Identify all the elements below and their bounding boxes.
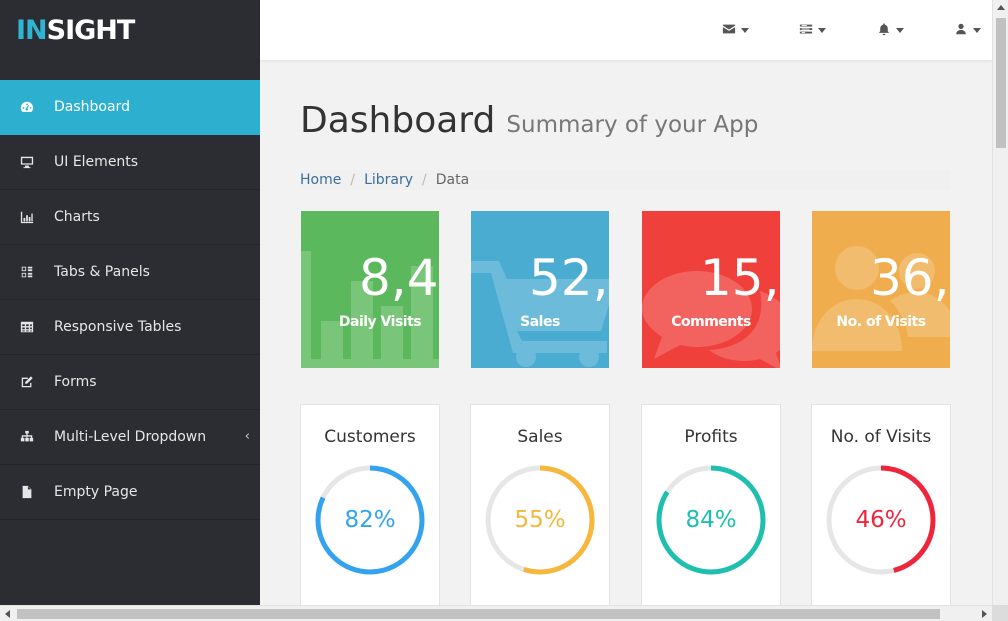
breadcrumb: Home / Library / Data	[300, 170, 950, 190]
tasks-icon	[799, 21, 813, 40]
breadcrumb-current: Data	[435, 172, 470, 188]
file-icon	[0, 485, 54, 499]
stat-value: 8,457	[359, 249, 439, 307]
card-percent: 55%	[514, 507, 566, 533]
edit-icon	[0, 375, 54, 389]
user-icon	[954, 21, 968, 40]
horizontal-scroll-thumb[interactable]	[17, 609, 940, 619]
sidebar-item-empty-page[interactable]: Empty Page	[0, 465, 260, 520]
tasks-dropdown[interactable]	[799, 20, 826, 40]
dashboard-icon	[0, 100, 54, 114]
breadcrumb-separator: /	[422, 172, 427, 188]
stat-tile-comments[interactable]: 15,823 Comments	[642, 211, 780, 368]
stat-label: No. of Visits	[836, 314, 926, 330]
stat-value: 15,823	[700, 249, 780, 307]
stat-tile-daily-visits[interactable]: 8,457 Daily Visits	[301, 211, 439, 368]
stat-value: 36,752	[870, 249, 950, 307]
card-title: Customers	[324, 427, 416, 447]
progress-card-sales: Sales 55%	[470, 404, 610, 605]
caret-down-icon	[973, 27, 981, 33]
caret-down-icon	[896, 27, 904, 33]
top-navbar	[260, 0, 992, 60]
page-title: Dashboard Summary of your App	[300, 100, 758, 141]
progress-card-no-of-visits: No. of Visits 46%	[811, 404, 951, 605]
stat-tile-sales[interactable]: 52,160 Sales	[471, 211, 609, 368]
sidebar-item-label: Multi-Level Dropdown	[54, 429, 207, 445]
scroll-left-arrow-icon[interactable]	[5, 610, 10, 618]
sidebar: IN SIGHT Dashboard UI Elements Charts Tab…	[0, 0, 260, 605]
sidebar-item-label: Empty Page	[54, 484, 138, 500]
stat-label: Sales	[520, 314, 560, 330]
brand-part-2: SIGHT	[46, 14, 136, 46]
bar-chart-icon	[0, 210, 54, 224]
sidebar-item-label: Responsive Tables	[54, 319, 182, 335]
sidebar-item-ui-elements[interactable]: UI Elements	[0, 135, 260, 190]
stat-label: Daily Visits	[338, 314, 422, 330]
desktop-icon	[0, 155, 54, 169]
scroll-right-arrow-icon[interactable]	[982, 610, 987, 618]
sidebar-item-label: Dashboard	[54, 99, 130, 115]
bell-icon	[877, 21, 891, 40]
progress-card-profits: Profits 84%	[641, 404, 781, 605]
messages-dropdown[interactable]	[722, 20, 749, 40]
scrollbar-corner	[992, 605, 1008, 621]
horizontal-scrollbar[interactable]	[0, 605, 992, 621]
tabs-icon	[0, 265, 54, 279]
caret-down-icon	[818, 27, 826, 33]
sidebar-item-responsive-tables[interactable]: Responsive Tables	[0, 300, 260, 355]
card-percent: 46%	[855, 507, 907, 533]
sidebar-item-multi-level-dropdown[interactable]: Multi-Level Dropdown ‹	[0, 410, 260, 465]
user-dropdown[interactable]	[954, 20, 981, 40]
table-icon	[0, 320, 54, 334]
brand-logo[interactable]: IN SIGHT	[0, 0, 260, 60]
stat-label: Comments	[671, 314, 751, 330]
card-percent: 82%	[344, 507, 396, 533]
stat-tile-no-of-visits[interactable]: 36,752 No. of Visits	[812, 211, 950, 368]
card-title: Profits	[684, 427, 738, 447]
scroll-up-arrow-icon[interactable]	[997, 5, 1005, 10]
alerts-dropdown[interactable]	[877, 20, 904, 40]
sitemap-icon	[0, 430, 54, 444]
page-subtitle: Summary of your App	[506, 112, 759, 138]
sidebar-item-charts[interactable]: Charts	[0, 190, 260, 245]
envelope-icon	[722, 21, 736, 40]
breadcrumb-separator: /	[350, 172, 356, 188]
chevron-left-icon: ‹	[244, 429, 250, 444]
sidebar-item-label: UI Elements	[54, 154, 139, 170]
caret-down-icon	[741, 27, 749, 33]
card-percent: 84%	[685, 507, 737, 533]
brand-part-1: IN	[16, 14, 48, 46]
breadcrumb-home[interactable]: Home	[300, 172, 341, 188]
sidebar-item-label: Tabs & Panels	[54, 264, 150, 280]
sidebar-item-forms[interactable]: Forms	[0, 355, 260, 410]
sidebar-nav: Dashboard UI Elements Charts Tabs & Pane…	[0, 80, 260, 520]
breadcrumb-library[interactable]: Library	[364, 172, 413, 188]
progress-card-customers: Customers 82%	[300, 404, 440, 605]
sidebar-item-label: Charts	[54, 209, 100, 225]
page-title-text: Dashboard	[300, 100, 496, 141]
sidebar-item-tabs-panels[interactable]: Tabs & Panels	[0, 245, 260, 300]
sidebar-item-label: Forms	[54, 374, 97, 390]
card-title: Sales	[517, 427, 563, 447]
card-title: No. of Visits	[830, 427, 932, 447]
vertical-scroll-thumb[interactable]	[996, 18, 1006, 148]
main-content: Dashboard Summary of your App Home / Lib…	[260, 60, 992, 605]
stat-value: 52,160	[529, 249, 609, 307]
sidebar-item-dashboard[interactable]: Dashboard	[0, 80, 260, 135]
vertical-scrollbar[interactable]	[992, 0, 1008, 605]
